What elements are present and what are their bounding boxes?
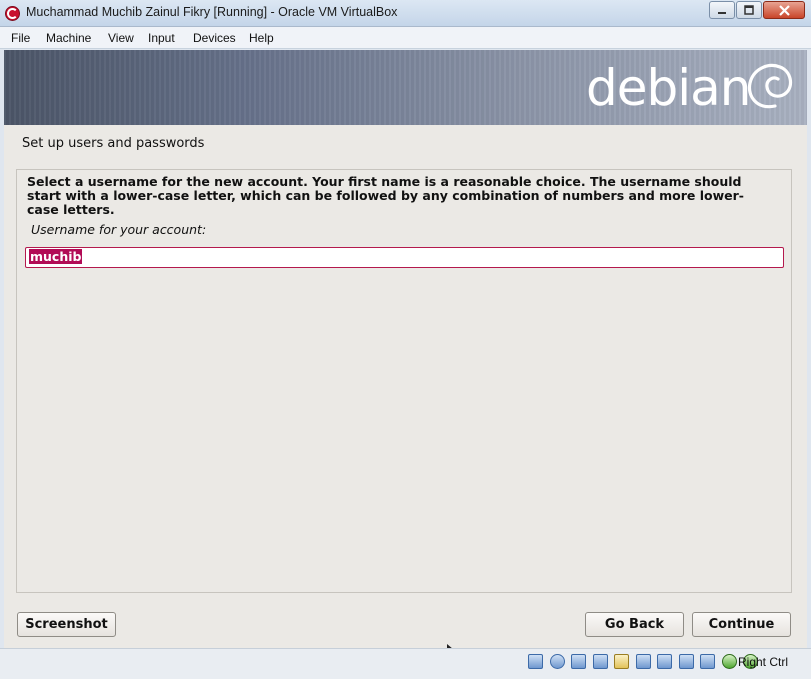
username-input-value: muchib — [29, 249, 83, 264]
username-input[interactable]: muchib — [25, 247, 784, 268]
cpu-icon[interactable] — [700, 654, 715, 669]
mouse-integration-icon[interactable] — [721, 654, 737, 669]
window-controls — [708, 1, 805, 19]
installer-content-panel: Select a username for the new account. Y… — [16, 169, 792, 593]
menu-file[interactable]: File — [11, 31, 30, 45]
menu-help[interactable]: Help — [249, 31, 274, 45]
menu-devices[interactable]: Devices — [193, 31, 236, 45]
host-key-label: Right Ctrl — [738, 655, 789, 669]
window-titlebar[interactable]: Muchammad Muchib Zainul Fikry [Running] … — [0, 0, 811, 27]
network-icon[interactable] — [592, 654, 608, 669]
minimize-icon[interactable] — [709, 1, 735, 19]
menu-view[interactable]: View — [108, 31, 134, 45]
debian-banner: debian — [4, 50, 807, 125]
maximize-icon[interactable] — [736, 1, 762, 19]
screenshot-button[interactable]: Screenshot — [17, 612, 116, 637]
menu-machine[interactable]: Machine — [46, 31, 91, 45]
video-capture-icon[interactable] — [678, 654, 694, 669]
optical-drive-icon[interactable] — [549, 654, 565, 669]
instructions-text: Select a username for the new account. Y… — [27, 174, 744, 217]
shared-folders-icon[interactable] — [635, 654, 651, 669]
window-title: Muchammad Muchib Zainul Fikry [Running] … — [26, 5, 398, 19]
menu-bar: File Machine View Input Devices Help — [0, 27, 811, 49]
display-icon[interactable] — [657, 654, 672, 669]
continue-button[interactable]: Continue — [692, 612, 791, 637]
hard-disk-icon[interactable] — [528, 654, 543, 669]
vm-display[interactable]: debian Set up users and passwords Select… — [4, 50, 807, 648]
menu-input[interactable]: Input — [148, 31, 175, 45]
debian-swirl-icon — [747, 63, 793, 109]
device-status-icons — [528, 654, 765, 669]
audio-icon[interactable] — [571, 654, 586, 669]
usb-icon[interactable] — [614, 654, 629, 669]
debian-logo-text: debian — [586, 59, 751, 117]
username-field-label: Username for your account: — [31, 222, 207, 237]
page-title: Set up users and passwords — [22, 136, 205, 151]
go-back-button[interactable]: Go Back — [585, 612, 684, 637]
virtualbox-icon — [5, 6, 20, 21]
status-bar: Right Ctrl — [0, 648, 811, 679]
close-icon[interactable] — [763, 1, 805, 19]
